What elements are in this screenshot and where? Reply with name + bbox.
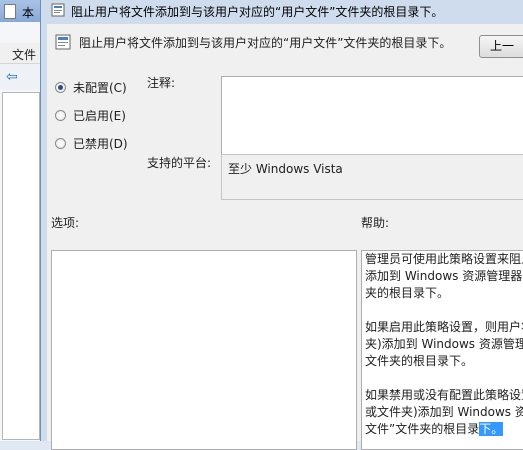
help-line: 文件夹的根目录下。: [365, 354, 474, 368]
policy-title: 阻止用户将文件添加到与该用户对应的“用户文件”文件夹的根目录下。: [79, 36, 452, 50]
help-line-text: 文件”文件夹的根目录: [365, 422, 480, 436]
dialog-client-area: 阻止用户将文件添加到与该用户对应的“用户文件”文件夹的根目录下。 上一 未配置(…: [47, 24, 523, 450]
help-selected-text: 下。: [479, 422, 504, 436]
help-line: 夹)添加到 Windows 资源管理: [365, 337, 523, 351]
background-tree-pane[interactable]: [2, 92, 40, 440]
comment-textarea[interactable]: [221, 76, 523, 156]
radio-disabled-label: 已禁用(D): [73, 136, 128, 151]
background-toolbar: ⇦: [0, 64, 40, 90]
background-window-title: 本: [22, 6, 35, 20]
help-line: 文件”文件夹的根目录下。: [365, 421, 523, 438]
help-line: 添加到 Windows 资源管理器中: [365, 269, 523, 283]
radio-not-configured-label: 未配置(C): [73, 80, 127, 95]
background-menubar: 文件: [0, 43, 40, 64]
help-line: 管理员可使用此策略设置来阻止: [365, 252, 523, 266]
radio-enabled-indicator[interactable]: [55, 109, 66, 121]
help-line: 如果禁用或没有配置此策略设置: [365, 388, 523, 402]
dialog-title: 阻止用户将文件添加到与该用户对应的“用户文件”文件夹的根目录下。: [71, 5, 444, 19]
help-text: 管理员可使用此策略设置来阻止 添加到 Windows 资源管理器中 夹的根目录下…: [365, 251, 523, 438]
radio-not-configured-indicator[interactable]: [55, 81, 66, 93]
radio-not-configured[interactable]: 未配置(C): [55, 78, 127, 96]
background-window: 本 文件 ⇦: [0, 0, 40, 441]
back-arrow-icon[interactable]: ⇦: [6, 69, 18, 85]
policy-dialog: 阻止用户将文件添加到与该用户对应的“用户文件”文件夹的根目录下。 阻止用户将文件…: [40, 0, 523, 450]
dialog-titlebar[interactable]: 阻止用户将文件添加到与该用户对应的“用户文件”文件夹的根目录下。: [41, 0, 523, 22]
policy-header: 阻止用户将文件添加到与该用户对应的“用户文件”文件夹的根目录下。 上一: [47, 24, 523, 64]
radio-disabled-indicator[interactable]: [55, 137, 66, 149]
document-icon: [4, 4, 16, 19]
radio-enabled-label: 已启用(E): [73, 108, 126, 123]
help-label: 帮助:: [361, 216, 390, 230]
help-pane[interactable]: 管理员可使用此策略设置来阻止 添加到 Windows 资源管理器中 夹的根目录下…: [361, 250, 523, 450]
policy-icon: [51, 3, 65, 17]
options-label: 选项:: [51, 216, 80, 230]
help-line: 如果启用此策略设置，则用户将: [365, 320, 523, 334]
background-window-titlebar: 本: [0, 0, 40, 22]
supported-platform-value: 至少 Windows Vista: [228, 162, 343, 176]
help-line: 夹的根目录下。: [365, 286, 450, 300]
options-pane[interactable]: [51, 250, 357, 450]
supported-platform-label: 支持的平台:: [147, 156, 212, 170]
help-line: 或文件夹)添加到 Windows 资: [365, 405, 523, 419]
radio-disabled[interactable]: 已禁用(D): [55, 134, 128, 152]
comment-label: 注释:: [147, 76, 176, 90]
supported-platform-box: 至少 Windows Vista: [221, 154, 523, 200]
menu-file[interactable]: 文件: [12, 46, 36, 63]
setting-icon: [55, 34, 71, 50]
previous-setting-button[interactable]: 上一: [479, 35, 523, 58]
radio-enabled[interactable]: 已启用(E): [55, 106, 126, 124]
